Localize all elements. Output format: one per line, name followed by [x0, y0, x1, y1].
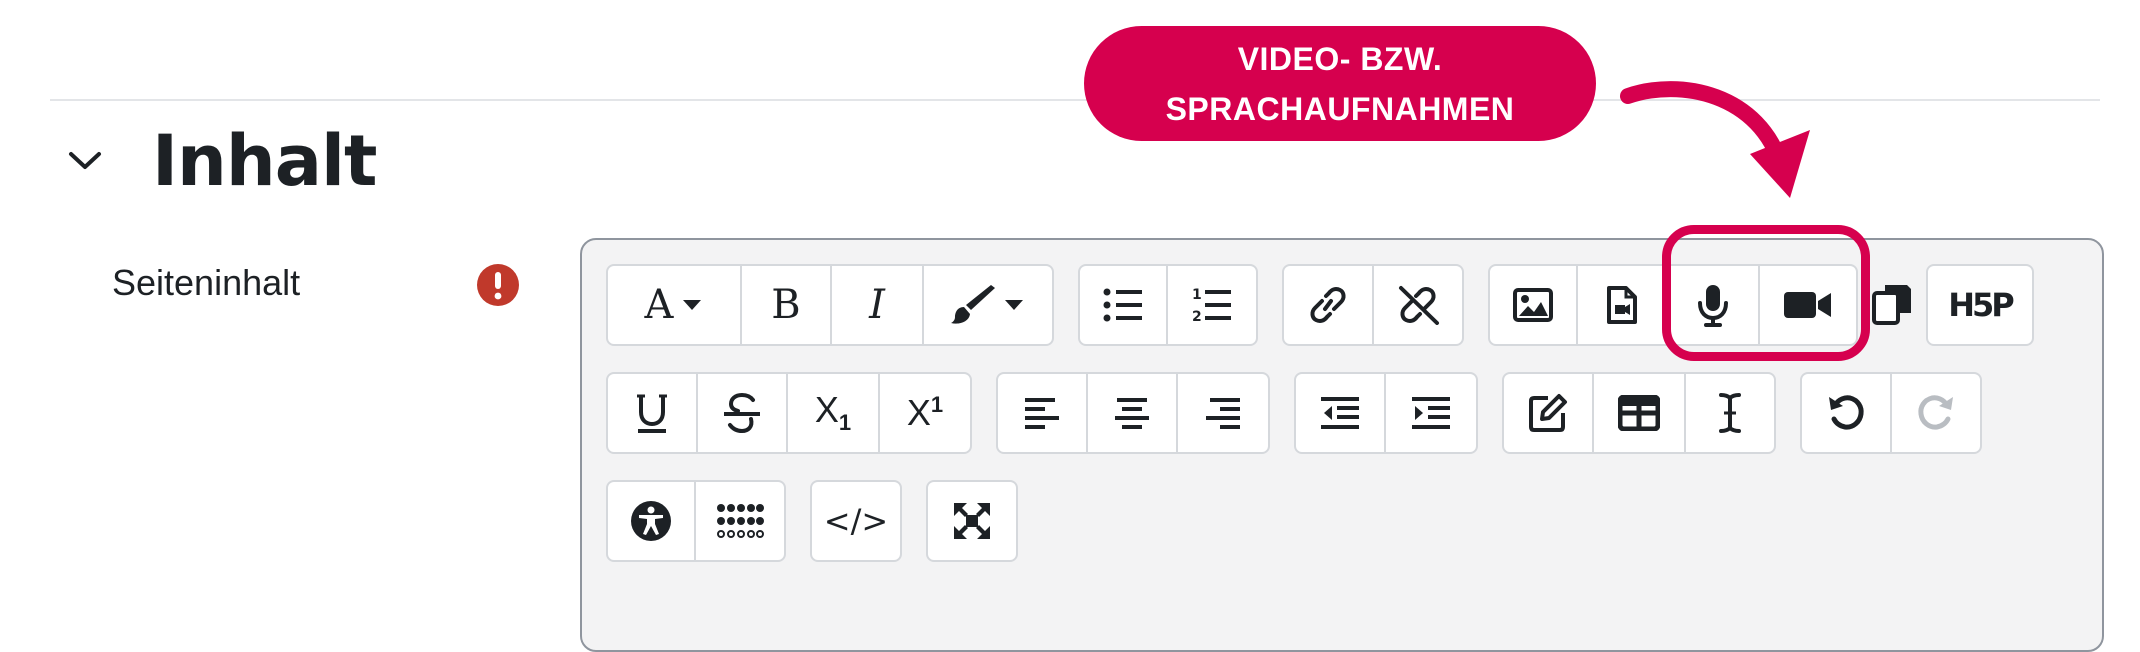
unordered-list-icon [1103, 288, 1142, 322]
image-icon [1513, 288, 1553, 322]
ordered-list-icon: 1 2 [1192, 287, 1231, 325]
h5p-icon: H5P [1948, 286, 2014, 324]
chevron-down-icon[interactable] [68, 144, 102, 178]
chevron-down-icon [683, 300, 702, 310]
unlink-icon [1399, 286, 1439, 325]
strikethrough-icon [724, 392, 760, 434]
image-button[interactable] [1490, 266, 1578, 344]
brush-icon [951, 285, 995, 324]
subscript-button[interactable]: X1 [788, 374, 880, 452]
media-icon [1607, 286, 1637, 324]
superscript-icon: X1 [907, 392, 943, 434]
align-center-icon [1115, 398, 1149, 429]
align-right-icon [1206, 398, 1240, 429]
align-left-icon [1025, 398, 1059, 429]
italic-button[interactable]: I [832, 266, 924, 344]
subscript-digit: 1 [838, 410, 852, 436]
undo-button[interactable] [1802, 374, 1892, 452]
accessibility-icon [631, 501, 671, 541]
unordered-list-button[interactable] [1080, 266, 1168, 344]
callout-badge: VIDEO- BZW. SPRACHAUFNAHMEN [1084, 26, 1596, 141]
table-button[interactable] [1594, 374, 1686, 452]
align-left-button[interactable] [998, 374, 1088, 452]
brush-button[interactable] [924, 266, 1052, 344]
alignment-group [996, 372, 1270, 454]
fullscreen-group [926, 480, 1018, 562]
text-editor[interactable]: A B I 1 2 H5P X1 X1 </> [580, 238, 2104, 652]
superscript-digit: 1 [930, 392, 944, 417]
bold-button[interactable]: B [742, 266, 832, 344]
h5p-button[interactable]: H5P [1928, 266, 2032, 344]
accessibility-group [606, 480, 786, 562]
copy-icon [1872, 285, 1911, 325]
font-icon: A [644, 282, 674, 328]
underline-button[interactable] [608, 374, 698, 452]
callout-line-2: SPRACHAUFNAHMEN [1165, 90, 1515, 127]
align-right-button[interactable] [1178, 374, 1268, 452]
copy-button[interactable] [1862, 264, 1922, 342]
italic-icon: I [869, 282, 885, 328]
indent-icon [1412, 397, 1450, 429]
svg-text:1: 1 [1192, 287, 1202, 303]
link-button[interactable] [1284, 266, 1374, 344]
fullscreen-icon [954, 503, 990, 539]
outdent-icon [1321, 397, 1359, 429]
link-icon [1310, 287, 1346, 323]
svg-text:2: 2 [1192, 309, 1202, 325]
link-group [1282, 264, 1464, 346]
chevron-down-icon [1005, 300, 1023, 310]
strikethrough-button[interactable] [698, 374, 788, 452]
redo-icon [1918, 395, 1953, 430]
section-title: Inhalt [152, 120, 377, 202]
html-button[interactable]: </> [812, 482, 900, 560]
section-header[interactable]: Inhalt [68, 120, 377, 202]
text-style-group: X1 X1 [606, 372, 972, 454]
cursor-button[interactable] [1686, 374, 1774, 452]
html-group: </> [810, 480, 902, 562]
html-icon: </> [823, 502, 889, 540]
required-icon [477, 264, 519, 306]
h5p-group: H5P [1926, 264, 2034, 346]
insert-group [1502, 372, 1776, 454]
edit-button[interactable] [1504, 374, 1594, 452]
redo-button[interactable] [1892, 374, 1980, 452]
toolbar-row-2: X1 X1 [606, 372, 2006, 454]
superscript-letter: X [906, 392, 931, 433]
superscript-button[interactable]: X1 [880, 374, 970, 452]
indent-group [1294, 372, 1478, 454]
accessibility-button[interactable] [608, 482, 696, 560]
field-label: Seiteninhalt [112, 262, 301, 303]
indent-button[interactable] [1386, 374, 1476, 452]
outdent-button[interactable] [1296, 374, 1386, 452]
list-group: 1 2 [1078, 264, 1258, 346]
recording-highlight [1662, 225, 1870, 361]
media-button[interactable] [1578, 266, 1668, 344]
screenreader-button[interactable] [696, 482, 784, 560]
screenreader-icon [717, 504, 764, 538]
history-group [1800, 372, 1982, 454]
edit-icon [1529, 394, 1567, 432]
format-group: A B I [606, 264, 1054, 346]
table-icon [1618, 395, 1660, 431]
bold-icon: B [771, 282, 801, 328]
fullscreen-button[interactable] [928, 482, 1016, 560]
align-center-button[interactable] [1088, 374, 1178, 452]
underline-icon [637, 394, 667, 433]
font-button[interactable]: A [608, 266, 742, 344]
curved-arrow-icon [1620, 81, 1810, 198]
subscript-icon: X1 [815, 389, 851, 436]
callout-line-1: VIDEO- BZW. [1237, 40, 1443, 77]
cursor-icon [1719, 393, 1741, 433]
undo-icon [1829, 395, 1864, 430]
subscript-letter: X [814, 389, 839, 431]
ordered-list-button[interactable]: 1 2 [1168, 266, 1256, 344]
toolbar-row-3: </> [606, 480, 1042, 562]
unlink-button[interactable] [1374, 266, 1462, 344]
